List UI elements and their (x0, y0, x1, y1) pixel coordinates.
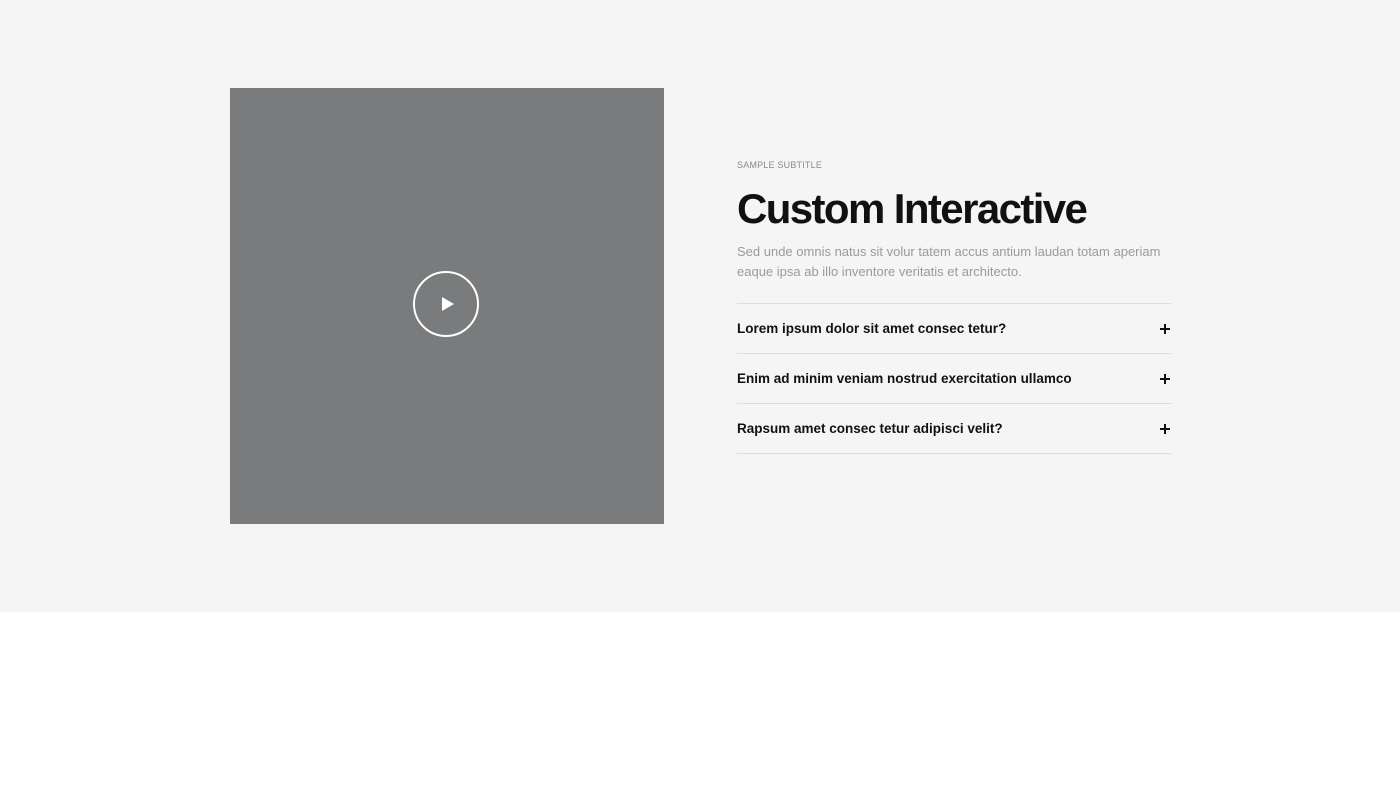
faq-question: Enim ad minim veniam nostrud exercitatio… (737, 371, 1072, 386)
content-column: SAMPLE SUBTITLE Custom Interactive Sed u… (737, 158, 1171, 454)
faq-accordion: Lorem ipsum dolor sit amet consec tetur?… (737, 303, 1171, 454)
faq-question: Rapsum amet consec tetur adipisci velit? (737, 421, 1003, 436)
video-player[interactable] (230, 88, 664, 524)
plus-icon[interactable] (1160, 323, 1170, 334)
faq-item[interactable]: Rapsum amet consec tetur adipisci velit? (737, 404, 1171, 454)
play-icon (441, 297, 454, 311)
interactive-section: SAMPLE SUBTITLE Custom Interactive Sed u… (0, 0, 1400, 612)
faq-item[interactable]: Lorem ipsum dolor sit amet consec tetur? (737, 304, 1171, 354)
faq-item[interactable]: Enim ad minim veniam nostrud exercitatio… (737, 354, 1171, 404)
play-button[interactable] (413, 271, 479, 337)
plus-icon[interactable] (1160, 373, 1170, 384)
section-description: Sed unde omnis natus sit volur tatem acc… (737, 244, 1161, 279)
section-subtitle: SAMPLE SUBTITLE (737, 160, 823, 170)
section-title: Custom Interactive (737, 185, 1088, 232)
faq-question: Lorem ipsum dolor sit amet consec tetur? (737, 321, 1007, 336)
plus-icon[interactable] (1160, 423, 1170, 434)
